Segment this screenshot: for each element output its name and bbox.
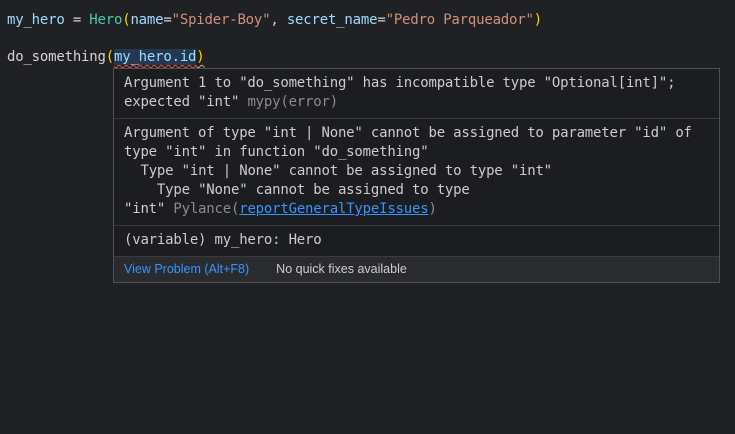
mypy-diagnostic-message: Argument 1 to "do_something" has incompa… — [124, 75, 675, 110]
code-line-3[interactable]: do_something(my_hero.id) — [7, 48, 205, 66]
token-name-kwarg: name — [130, 12, 163, 28]
token-my-hero: my_hero — [7, 12, 65, 28]
token-close-paren: ) — [534, 12, 542, 28]
code-line-1[interactable]: my_hero = Hero(name="Spider-Boy", secret… — [7, 11, 542, 29]
token-pedro-string: "Pedro Parqueador" — [386, 12, 534, 28]
view-problem-button[interactable]: View Problem (Alt+F8) — [124, 261, 249, 277]
token-open-paren: ( — [106, 49, 114, 65]
report-general-type-issues-link[interactable]: reportGeneralTypeIssues — [239, 201, 428, 217]
pylance-diagnostic: Argument of type "int | None" cannot be … — [114, 118, 719, 225]
variable-info-text: (variable) my_hero: Hero — [124, 232, 322, 248]
token-equals: = — [65, 12, 90, 28]
mypy-diagnostic: Argument 1 to "do_something" has incompa… — [114, 69, 719, 118]
mypy-diagnostic-source: mypy(error) — [247, 94, 338, 110]
hover-tooltip: Argument 1 to "do_something" has incompa… — [113, 68, 720, 283]
hover-status-bar: View Problem (Alt+F8) No quick fixes ava… — [114, 256, 719, 282]
token-spider-boy-string: "Spider-Boy" — [172, 12, 271, 28]
no-quick-fixes-label: No quick fixes available — [276, 261, 407, 277]
token-do-something: do_something — [7, 49, 106, 65]
token-close-paren: ) — [196, 49, 204, 65]
variable-info: (variable) my_hero: Hero — [114, 225, 719, 256]
token-secret-name-kwarg: secret_name — [287, 12, 378, 28]
token-equals: = — [377, 12, 385, 28]
pylance-source-suffix: ) — [428, 201, 436, 217]
token-my-hero-id-highlighted[interactable]: my_hero.id — [114, 49, 196, 65]
pylance-source-prefix: Pylance( — [173, 201, 239, 217]
token-hero-class: Hero — [89, 12, 122, 28]
token-comma: , — [270, 12, 286, 28]
token-equals: = — [163, 12, 171, 28]
